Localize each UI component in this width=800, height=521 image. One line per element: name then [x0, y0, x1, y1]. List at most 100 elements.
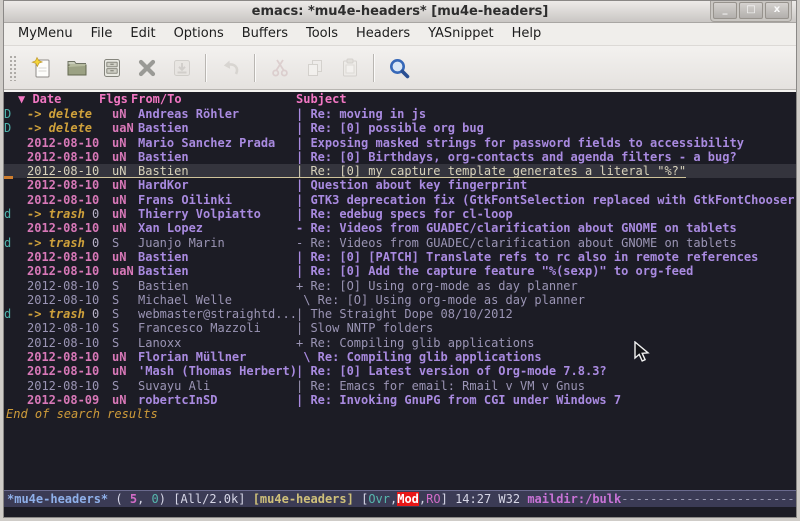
flags-cell: uN: [112, 221, 138, 235]
message-row[interactable]: 2012-08-10uNFrans Oilinki| GTK3 deprecat…: [3, 193, 797, 207]
mark-target: -> trash: [27, 307, 85, 321]
mark-target: -> trash: [27, 207, 85, 221]
maximize-button[interactable]: □: [739, 2, 763, 19]
date-cell: 2012-08-10: [27, 164, 112, 177]
menu-headers[interactable]: Headers: [347, 23, 419, 45]
menu-edit[interactable]: Edit: [121, 23, 164, 45]
subject-cell: + Re: [O] Using org-mode as day planner: [296, 279, 797, 293]
message-row[interactable]: 2012-08-10uNXan Lopez- Re: Videos from G…: [3, 221, 797, 235]
open-folder-icon[interactable]: [64, 55, 90, 81]
message-row[interactable]: 2012-08-10uNFlorian Müllner \ Re: Compil…: [3, 350, 797, 364]
menu-help[interactable]: Help: [503, 23, 551, 45]
toolbar-drag-handle[interactable]: [9, 55, 18, 81]
column-header-flgs[interactable]: Flgs: [99, 92, 128, 107]
mode-line[interactable]: *mu4e-headers* ( 5, 0) [All/2.0k] [mu4e-…: [3, 490, 797, 507]
message-row[interactable]: 2012-08-10SBastien+ Re: [O] Using org-mo…: [3, 279, 797, 293]
from-cell: Juanjo Marin: [138, 236, 296, 250]
message-row[interactable]: 2012-08-10SSuvayu Ali| Re: Emacs for ema…: [3, 379, 797, 393]
flags-cell: S: [112, 307, 138, 321]
column-header-subject[interactable]: Subject: [296, 92, 347, 107]
modeline-modified-flag: Mod: [397, 492, 419, 506]
menu-options[interactable]: Options: [165, 23, 233, 45]
column-header-date[interactable]: ▼ Date: [18, 92, 61, 107]
from-cell: 'Mash (Thomas Herbert): [138, 364, 296, 378]
message-row[interactable]: 2012-08-10SLanoxx+ Re: Compiling glib ap…: [3, 336, 797, 350]
date-cell: -> delete: [27, 107, 112, 121]
flags-cell: uN: [112, 178, 138, 192]
from-cell: Andreas Röhler: [138, 107, 296, 121]
menu-file[interactable]: File: [82, 23, 122, 45]
flags-cell: uN: [112, 364, 138, 378]
flags-cell: S: [112, 336, 138, 350]
message-row[interactable]: d-> trash 0Swebmaster@straightd...| The …: [3, 307, 797, 321]
message-row[interactable]: 2012-08-10uaNBastien| Re: [0] Add the ca…: [3, 264, 797, 278]
message-row[interactable]: 2012-08-10SMichael Welle \ Re: [O] Using…: [3, 293, 797, 307]
mark-char: [4, 379, 27, 393]
flags-cell: S: [112, 279, 138, 293]
subject-cell: - Re: Videos from GUADEC/clarification a…: [296, 236, 797, 250]
message-row[interactable]: d-> trash 0uNThierry Volpiatto| Re: edeb…: [3, 207, 797, 221]
menu-tools[interactable]: Tools: [297, 23, 347, 45]
title-bar: emacs: *mu4e-headers* [mu4e-headers] _□x: [3, 0, 797, 23]
echo-area: [3, 507, 797, 520]
message-row[interactable]: 2012-08-10uNMario Sanchez Prada| Exposin…: [3, 136, 797, 150]
mark-char: D: [4, 107, 27, 121]
from-cell: Bastien: [138, 164, 296, 177]
mark-char: [4, 264, 27, 278]
flags-cell: uN: [112, 350, 138, 364]
close-buffer-icon[interactable]: [134, 55, 160, 81]
new-file-icon[interactable]: [29, 55, 55, 81]
mark-char: [4, 178, 27, 192]
mu4e-headers-buffer[interactable]: ▼ DateFlgsFrom/ToSubject D-> deleteuNAnd…: [3, 90, 797, 490]
date-cell: 2012-08-10: [27, 250, 112, 264]
from-cell: Bastien: [138, 279, 296, 293]
date-cell: 2012-08-10: [27, 350, 112, 364]
search-icon[interactable]: [386, 55, 412, 81]
subject-cell: | Exposing masked strings for password f…: [296, 136, 797, 150]
toolbar-separator: [373, 54, 375, 82]
date-cell: 2012-08-10: [27, 379, 112, 393]
mark-char: D: [4, 121, 27, 135]
column-header-from[interactable]: From/To: [131, 92, 182, 107]
undo-icon: [218, 55, 244, 81]
message-row[interactable]: 2012-08-10uNBastien| Re: [0] Birthdays, …: [3, 150, 797, 164]
mark-char: [4, 393, 27, 407]
date-cell: -> trash 0: [27, 236, 112, 250]
flags-cell: S: [112, 236, 138, 250]
from-cell: webmaster@straightd...: [138, 307, 296, 321]
message-row[interactable]: d-> trash 0SJuanjo Marin- Re: Videos fro…: [3, 236, 797, 250]
flags-cell: uaN: [112, 121, 138, 135]
date-cell: -> trash 0: [27, 307, 112, 321]
save-buffer-icon: [169, 55, 195, 81]
subject-cell: | Question about key fingerprint: [296, 178, 797, 192]
date-cell: 2012-08-09: [27, 393, 112, 407]
message-row[interactable]: 2012-08-10uNBastien| Re: [0] my capture …: [3, 164, 797, 178]
message-row[interactable]: D-> deleteuaNBastien| Re: [0] possible o…: [3, 121, 797, 135]
minimize-button[interactable]: _: [713, 2, 737, 19]
message-row[interactable]: D-> deleteuNAndreas Röhler| Re: moving i…: [3, 107, 797, 121]
message-row[interactable]: 2012-08-10uNBastien| Re: [0] [PATCH] Tra…: [3, 250, 797, 264]
message-row[interactable]: 2012-08-10uNHardKor| Question about key …: [3, 178, 797, 192]
modeline-maildir: maildir:/bulk: [527, 492, 621, 506]
mark-target: -> trash: [27, 236, 85, 250]
flags-cell: uN: [112, 164, 138, 177]
menu-yasnippet[interactable]: YASnippet: [419, 23, 503, 45]
headers-column-row: ▼ Date FlgsFrom/To Subject: [3, 92, 797, 107]
mark-char: [4, 364, 27, 378]
date-cell: -> delete: [27, 121, 112, 135]
message-row[interactable]: 2012-08-10SFrancesco Mazzoli| Slow NNTP …: [3, 321, 797, 335]
menu-mymenu[interactable]: MyMenu: [9, 23, 82, 45]
subject-cell: | Re: [0] Add the capture feature "%(sex…: [296, 264, 797, 278]
flags-cell: S: [112, 293, 138, 307]
subject-cell: | Re: [0] [PATCH] Translate refs to rc a…: [296, 250, 797, 264]
menu-bar: MyMenuFileEditOptionsBuffersToolsHeaders…: [3, 23, 797, 46]
message-row[interactable]: 2012-08-09uNrobertcInSD| Re: Invoking Gn…: [3, 393, 797, 407]
message-row[interactable]: 2012-08-10uN'Mash (Thomas Herbert)| Re: …: [3, 364, 797, 378]
flags-cell: uN: [112, 136, 138, 150]
date-cell: 2012-08-10: [27, 279, 112, 293]
flags-cell: uN: [112, 393, 138, 407]
menu-buffers[interactable]: Buffers: [233, 23, 297, 45]
subject-cell: | Re: [0] my capture template generates …: [296, 164, 686, 177]
close-button[interactable]: x: [765, 2, 789, 19]
dired-icon[interactable]: [99, 55, 125, 81]
